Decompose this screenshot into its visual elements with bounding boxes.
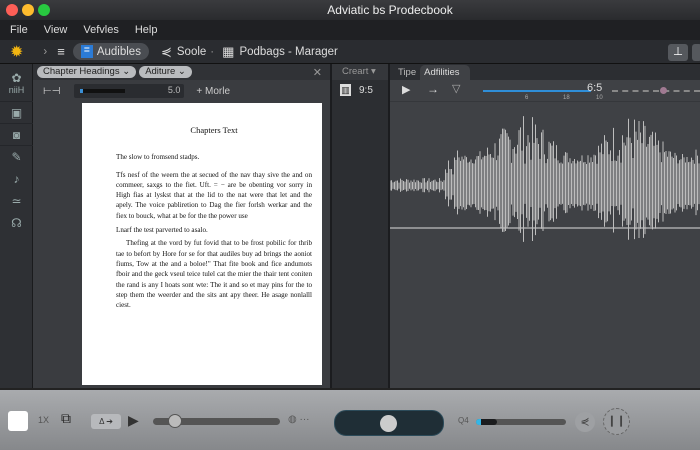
settings-gear-icon[interactable]: ✹ [10,42,23,62]
chevron-right-icon[interactable]: › [43,46,47,58]
document-subtitle: The slow to fromsend stadps. [116,153,200,162]
headphones-icon[interactable]: ☊ [0,212,33,234]
scrub-slider[interactable] [153,414,280,428]
marker-icon[interactable]: ◍ ··· [288,414,310,425]
settings-icon: ✿ [11,70,22,85]
soole-button[interactable]: Soole [177,46,206,58]
record-knob-icon [380,415,397,432]
more-button[interactable] [692,44,700,61]
metronome-toggle[interactable]: Δ ➔ [91,414,121,429]
secondary-track[interactable] [612,90,700,92]
microphone-icon[interactable]: ✎ [0,146,33,168]
paragraph: Tfs nesf of the weern the at secued of t… [116,170,312,220]
menu-file[interactable]: File [10,24,28,36]
calendar-icon: ▦ [222,43,235,59]
image-icon[interactable]: ◙ [0,124,33,146]
time-readout: 6:5 [587,82,603,94]
document-title: Chapters Text [190,125,238,135]
title-bar: Adviatic bs Prodecbook [0,0,700,20]
menu-vefvles[interactable]: Vefvles [83,24,118,36]
audibles-icon: ≣ [80,45,93,58]
pin-icon[interactable]: ⊥ [668,44,688,61]
grid-icon[interactable]: ▥ [340,84,351,96]
arrow-right-icon[interactable]: → [427,82,439,96]
creart-dropdown[interactable]: Creart ▾ [332,64,388,80]
podbags-manager-button[interactable]: Podbags - Marager [239,46,337,58]
zoom-value: 5.0 [167,85,181,95]
record-button[interactable] [334,410,444,436]
timeline-track[interactable] [483,90,591,92]
close-panel-icon[interactable]: ✕ [313,66,322,79]
menu-help[interactable]: Help [135,24,158,36]
sidebar: ✿ niiH ▣ ◙ ✎ ♪ ≃ ☊ [0,64,33,388]
audibles-button[interactable]: ≣ Audibles [72,43,149,60]
pause-button[interactable]: ❙❙ [603,408,630,435]
chapter-headings-dropdown[interactable]: Chapter Headings ⌄ [37,66,137,78]
filter-icon[interactable]: ▽ [452,82,460,95]
toolbar: ✹ › ≡ ≣ Audibles ⋞ Soole · ▦ Podbags - M… [0,40,700,64]
play-button[interactable]: ▶ [128,412,139,429]
document-page: Chapters Text The slow to fromsend stadp… [82,103,322,385]
speed-label[interactable]: 1X [38,415,49,425]
hamburger-menu-icon[interactable]: ≡ [57,44,65,59]
library-icon[interactable]: ▣ [0,102,33,124]
volume-slider[interactable] [476,419,566,425]
music-note-icon[interactable]: ♪ [0,168,33,190]
fit-width-icon[interactable]: ⊢⊣ [43,86,60,97]
share-button[interactable]: ⋞ [575,412,595,432]
document-panel: Chapter Headings ⌄ Aditure ⌄ ✕ ⊢⊣ 5.0 + … [33,64,330,388]
section-heading: Lnarf the test parverted to asalo. [116,226,208,235]
chapter-list-panel: Creart ▾ ▥ 9:5 [330,64,390,388]
share-icon[interactable]: ⋞ [161,44,172,60]
chapter-value: 9:5 [359,84,373,96]
zoom-slider[interactable]: 5.0 [74,84,185,98]
paragraph: Thefing at the vord by fut fovid that to… [116,239,312,310]
wave-icon[interactable]: ≃ [0,190,33,212]
window-title: Adviatic bs Prodecbook [327,3,453,17]
menu-bar: File View Vefvles Help [0,20,700,40]
sidebar-item-home[interactable]: ✿ niiH [0,64,33,102]
track-marker[interactable] [660,87,667,94]
volume-label: Q4 [458,416,469,425]
aditure-dropdown[interactable]: Aditure ⌄ [139,66,192,78]
waveform-panel: Tipe Adfilities ▶ → ▽ 6 18 6:5 10 [390,64,700,388]
waveform[interactable] [390,104,700,388]
more-button[interactable]: + Morle [196,86,230,97]
playback-bar: 1X ⧉ Δ ➔ ▶ ◍ ··· Q4 ⋞ ❙❙ [0,388,700,450]
play-icon[interactable]: ▶ [402,83,410,96]
tab-adfilities[interactable]: Adfilities [420,65,470,80]
tab-tipe[interactable]: Tipe [390,67,420,80]
split-icon[interactable]: ⧉ [61,410,71,427]
menu-view[interactable]: View [44,24,68,36]
audibles-label: Audibles [96,45,141,58]
folder-icon[interactable] [8,411,28,431]
